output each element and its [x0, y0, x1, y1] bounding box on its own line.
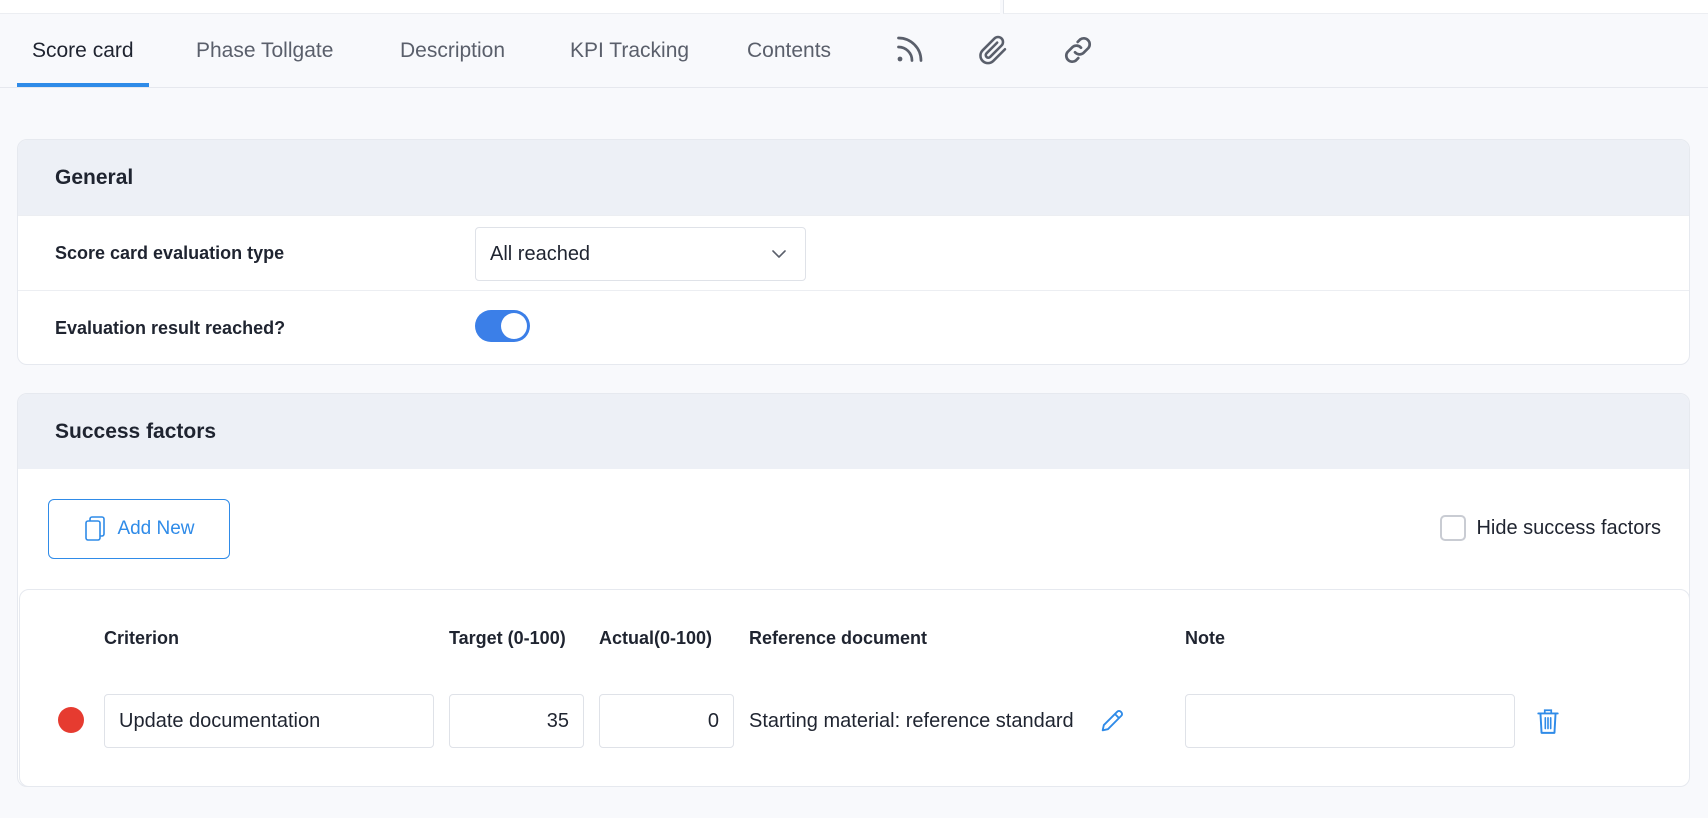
- column-target: Target (0-100): [449, 628, 566, 648]
- copy-icon: [85, 516, 106, 541]
- success-factors-table: Criterion Target (0-100) Actual(0-100) R…: [19, 589, 1689, 786]
- tab-phase-tollgate[interactable]: Phase Tollgate: [196, 14, 333, 87]
- result-reached-label: Evaluation result reached?: [55, 318, 286, 338]
- top-bar: [0, 0, 1708, 14]
- column-note: Note: [1185, 628, 1225, 648]
- column-actual: Actual(0-100): [599, 628, 713, 648]
- evaluation-type-select[interactable]: All reached: [475, 227, 806, 281]
- top-bar-left: [0, 0, 1000, 14]
- paperclip-icon[interactable]: [975, 32, 1011, 68]
- hide-success-factors-label: Hide success factors: [1476, 516, 1661, 539]
- add-new-label: Add New: [117, 518, 195, 539]
- tab-contents[interactable]: Contents: [747, 14, 831, 87]
- general-panel-title: General: [18, 140, 1689, 215]
- criterion-input[interactable]: Update documentation: [104, 694, 434, 748]
- trash-icon[interactable]: [1535, 707, 1561, 735]
- pencil-edit-icon[interactable]: [1098, 707, 1126, 735]
- general-panel: General Score card evaluation type All r…: [17, 139, 1690, 365]
- evaluation-type-label: Score card evaluation type: [55, 243, 285, 263]
- evaluation-type-value: All reached: [490, 243, 591, 265]
- toggle-knob: [501, 313, 527, 339]
- hide-success-factors[interactable]: Hide success factors: [1440, 515, 1661, 541]
- tab-description[interactable]: Description: [400, 14, 505, 87]
- top-bar-right: [1003, 0, 1708, 14]
- success-factors-toolbar: Add New Hide success factors: [18, 469, 1689, 589]
- status-indicator: [58, 707, 84, 733]
- result-reached-toggle[interactable]: [475, 310, 530, 342]
- tab-bar: Score card Phase Tollgate Description KP…: [0, 14, 1708, 88]
- tab-score-card[interactable]: Score card: [17, 14, 149, 87]
- add-new-button[interactable]: Add New: [48, 499, 230, 559]
- chevron-down-icon: [772, 250, 786, 258]
- link-icon[interactable]: [1060, 32, 1096, 68]
- column-reference-document: Reference document: [749, 628, 928, 648]
- column-criterion: Criterion: [104, 628, 180, 648]
- result-reached-row: Evaluation result reached?: [18, 290, 1689, 364]
- rss-feed-icon[interactable]: [891, 32, 927, 68]
- hide-success-factors-checkbox[interactable]: [1440, 515, 1467, 541]
- tab-kpi-tracking[interactable]: KPI Tracking: [570, 14, 689, 87]
- success-factors-title: Success factors: [18, 394, 1689, 469]
- target-input[interactable]: 35: [449, 694, 584, 748]
- actual-input[interactable]: 0: [599, 694, 734, 748]
- success-factors-panel: Success factors Add New Hide success fac…: [17, 393, 1690, 787]
- note-input[interactable]: [1185, 694, 1515, 748]
- evaluation-type-row: Score card evaluation type All reached: [18, 215, 1689, 290]
- reference-document-value: Starting material: reference standard: [749, 710, 1074, 732]
